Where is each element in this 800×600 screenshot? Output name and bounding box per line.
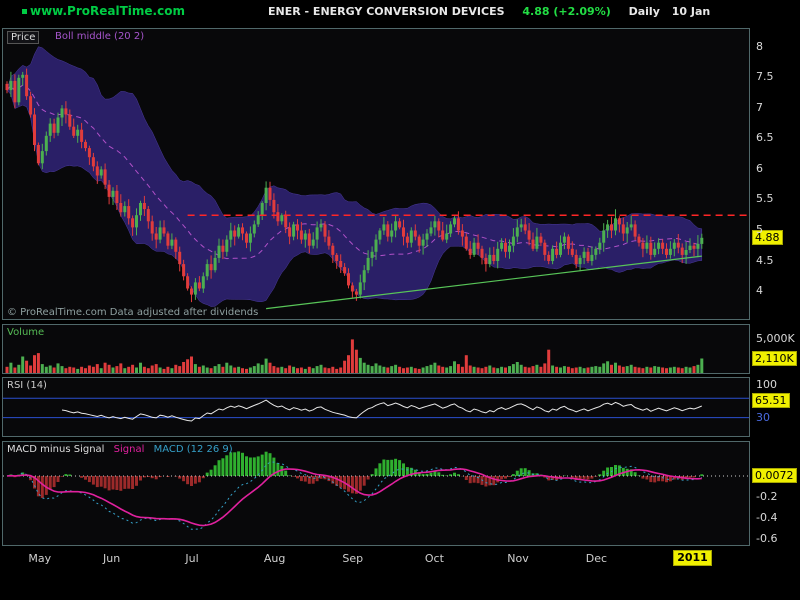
axis-tick: 8	[756, 39, 763, 53]
axis-tick: 5.5	[756, 192, 774, 206]
copyright-note: © ProRealTime.com Data adjusted after di…	[7, 307, 259, 318]
rsi-panel-label[interactable]: RSI (14)	[7, 380, 47, 391]
site-link[interactable]: www.ProRealTime.com	[30, 4, 185, 18]
time-axis-label: Dec	[585, 552, 608, 565]
symbol-title: ENER - ENERGY CONVERSION DEVICES	[268, 5, 505, 18]
year-badge: 2011	[673, 550, 712, 566]
volume-chart[interactable]	[3, 325, 749, 373]
rsi-chart[interactable]	[3, 378, 749, 436]
rsi-axis-top-label: 100	[756, 377, 777, 391]
time-axis: 2011 May Jun Jul Aug Sep Oct Nov Dec	[2, 550, 750, 570]
header-bar: www.ProRealTime.com ENER - ENERGY CONVER…	[0, 0, 800, 24]
macd-hist-label[interactable]: MACD minus Signal	[7, 444, 104, 455]
rsi-axis-bottom-label: 30	[756, 410, 770, 424]
axis-tick: 6	[756, 161, 763, 175]
last-volume-badge: 2,110K	[752, 350, 797, 366]
time-axis-label: Sep	[342, 552, 364, 565]
macd-panel[interactable]: MACD minus Signal Signal MACD (12 26 9)	[2, 441, 750, 546]
timeframe-label[interactable]: Daily	[629, 5, 660, 18]
rsi-panel[interactable]: RSI (14)	[2, 377, 750, 437]
value-axis-column: 4.88 5,000K 2,110K 100 65.51 30 0.0072 8…	[752, 0, 800, 600]
time-axis-label: Nov	[507, 552, 529, 565]
volume-panel[interactable]: Volume	[2, 324, 750, 374]
volume-panel-label[interactable]: Volume	[7, 327, 44, 338]
volume-axis-label: 5,000K	[756, 331, 795, 345]
axis-tick: -0.6	[756, 532, 778, 546]
axis-tick: 7.5	[756, 70, 774, 84]
axis-tick: 6.5	[756, 131, 774, 145]
price-chart[interactable]	[3, 29, 749, 319]
macd-line-label[interactable]: MACD (12 26 9)	[154, 444, 233, 455]
time-axis-label: Jun	[103, 552, 121, 565]
last-rsi-badge: 65.51	[752, 392, 790, 408]
axis-tick: 5	[756, 223, 763, 236]
time-axis-label: Oct	[424, 552, 444, 565]
macd-signal-label[interactable]: Signal	[114, 444, 145, 455]
last-macd-badge: 0.0072	[752, 468, 797, 483]
site-bullet-icon	[22, 9, 27, 14]
axis-tick: -0.2	[756, 489, 778, 503]
axis-tick: 7	[756, 100, 763, 114]
time-axis-label: Jul	[185, 552, 199, 565]
axis-tick: -0.4	[756, 511, 778, 524]
quote-change: 4.88 (+2.09%)	[522, 5, 611, 18]
bollinger-legend[interactable]: Boll middle (20 2)	[55, 31, 144, 42]
chart-window: www.ProRealTime.com ENER - ENERGY CONVER…	[0, 0, 800, 600]
date-label: 10 Jan	[671, 5, 711, 18]
time-axis-label: Aug	[263, 552, 286, 565]
price-panel-label[interactable]: Price	[7, 31, 40, 44]
axis-tick: 4.5	[756, 253, 774, 267]
macd-panel-labels: MACD minus Signal Signal MACD (12 26 9)	[7, 444, 233, 455]
price-panel[interactable]: Price Boll middle (20 2) © ProRealTime.c…	[2, 28, 750, 320]
macd-chart[interactable]	[3, 442, 749, 545]
chart-title-group: ENER - ENERGY CONVERSION DEVICES 4.88 (+…	[268, 5, 710, 18]
time-axis-label: May	[28, 552, 52, 565]
axis-tick: 4	[756, 284, 763, 297]
